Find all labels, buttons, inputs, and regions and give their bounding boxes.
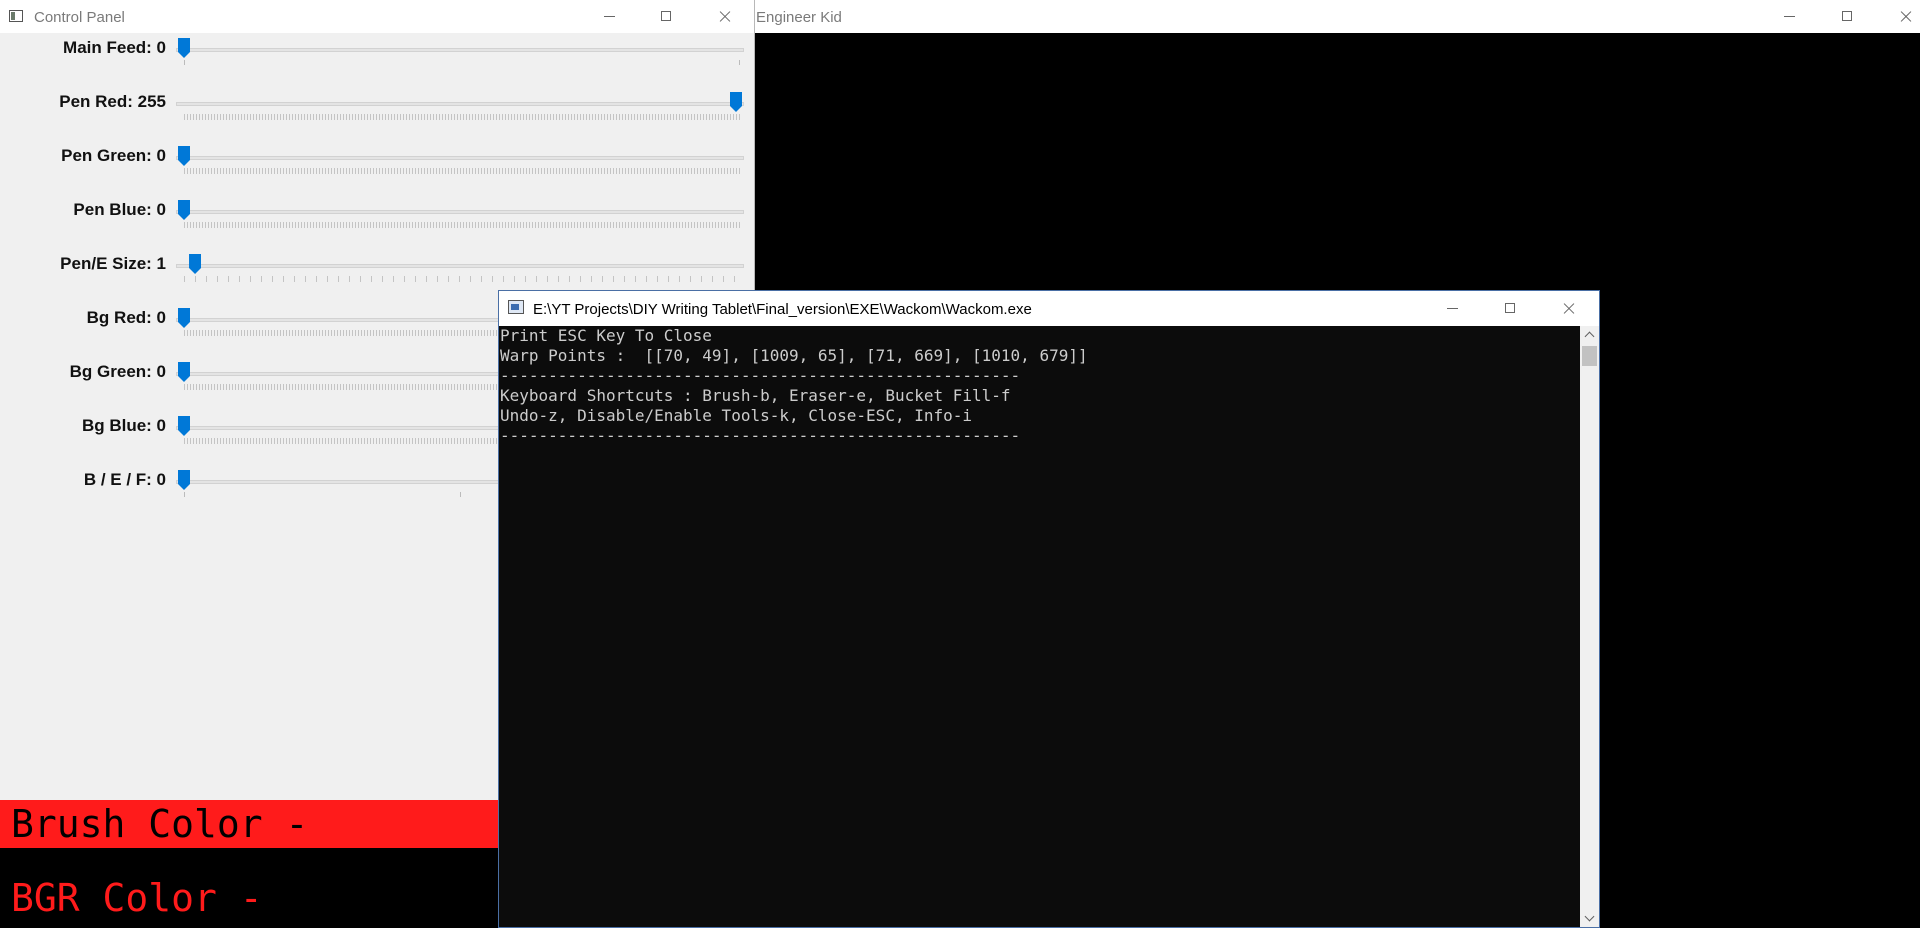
- slider-label: Bg Blue: 0: [81, 416, 166, 435]
- slider-thumb[interactable]: [730, 92, 742, 112]
- slider-track[interactable]: [176, 210, 744, 214]
- slider-thumb[interactable]: [178, 38, 190, 58]
- console-title: E:\YT Projects\DIY Writing Tablet\Final_…: [533, 301, 1032, 318]
- scroll-up-icon[interactable]: [1580, 326, 1599, 343]
- console-line: ----------------------------------------…: [500, 426, 1021, 445]
- slider-label: Bg Green: 0: [69, 362, 166, 381]
- slider-label: B / E / F: 0: [83, 470, 166, 489]
- console-line: Keyboard Shortcuts : Brush-b, Eraser-e, …: [500, 386, 1011, 405]
- slider-ticks: [184, 276, 740, 282]
- slider-row: Pen Red: 255: [0, 92, 754, 142]
- minimize-button[interactable]: [1766, 0, 1812, 33]
- slider-ticks: [184, 114, 740, 120]
- console-line: Undo-z, Disable/Enable Tools-k, Close-ES…: [500, 406, 973, 425]
- slider-row: Pen Blue: 0: [0, 200, 754, 250]
- console-window[interactable]: E:\YT Projects\DIY Writing Tablet\Final_…: [498, 290, 1600, 928]
- slider-label: Pen/E Size: 1: [60, 254, 166, 273]
- engineer-kid-title: Engineer Kid: [756, 9, 842, 26]
- slider-label: Main Feed: 0: [63, 38, 166, 57]
- console-line: ----------------------------------------…: [500, 366, 1021, 385]
- console-line: Print ESC Key To Close: [500, 326, 712, 345]
- slider-track[interactable]: [176, 102, 744, 106]
- maximize-button[interactable]: [1824, 0, 1870, 33]
- slider-thumb[interactable]: [178, 470, 190, 490]
- slider-label: Bg Red: 0: [86, 308, 166, 327]
- engineer-kid-titlebar[interactable]: Engineer Kid: [740, 0, 1920, 33]
- console-line: Warp Points : [[70, 49], [1009, 65], [71…: [500, 346, 1088, 365]
- slider-thumb[interactable]: [178, 416, 190, 436]
- slider-track[interactable]: [176, 156, 744, 160]
- slider-tick: [460, 492, 461, 497]
- slider-track[interactable]: [176, 48, 744, 52]
- scroll-down-icon[interactable]: [1580, 910, 1599, 927]
- slider-ticks: [184, 60, 740, 66]
- console-titlebar[interactable]: E:\YT Projects\DIY Writing Tablet\Final_…: [499, 291, 1599, 326]
- slider-thumb[interactable]: [178, 362, 190, 382]
- scroll-thumb[interactable]: [1582, 346, 1597, 366]
- slider-row: Pen Green: 0: [0, 146, 754, 196]
- slider-label: Pen Blue: 0: [73, 200, 166, 219]
- slider-ticks: [184, 222, 740, 228]
- slider-label: Pen Red: 255: [59, 92, 166, 111]
- slider-thumb[interactable]: [178, 308, 190, 328]
- console-scrollbar[interactable]: [1580, 326, 1599, 927]
- slider-ticks: [184, 168, 740, 174]
- minimize-button[interactable]: [1429, 292, 1475, 325]
- slider-track[interactable]: [176, 264, 744, 268]
- close-button[interactable]: [1545, 292, 1591, 325]
- control-panel-titlebar[interactable]: Control Panel: [0, 0, 754, 33]
- bgr-color-text: BGR Color -: [11, 876, 263, 920]
- slider-thumb[interactable]: [189, 254, 202, 274]
- app-icon: [9, 10, 23, 22]
- slider-label: Pen Green: 0: [61, 146, 166, 165]
- control-panel-title: Control Panel: [34, 9, 125, 26]
- slider-thumb[interactable]: [178, 200, 190, 220]
- minimize-button[interactable]: [586, 0, 632, 33]
- brush-color-text: Brush Color -: [11, 802, 309, 846]
- close-button[interactable]: [701, 0, 747, 33]
- maximize-button[interactable]: [643, 0, 689, 33]
- console-output[interactable]: Print ESC Key To Close Warp Points : [[70…: [499, 326, 1582, 927]
- console-app-icon: [508, 300, 524, 314]
- maximize-button[interactable]: [1487, 292, 1533, 325]
- slider-row: Main Feed: 0: [0, 38, 754, 88]
- close-button[interactable]: [1882, 0, 1920, 33]
- slider-thumb[interactable]: [178, 146, 190, 166]
